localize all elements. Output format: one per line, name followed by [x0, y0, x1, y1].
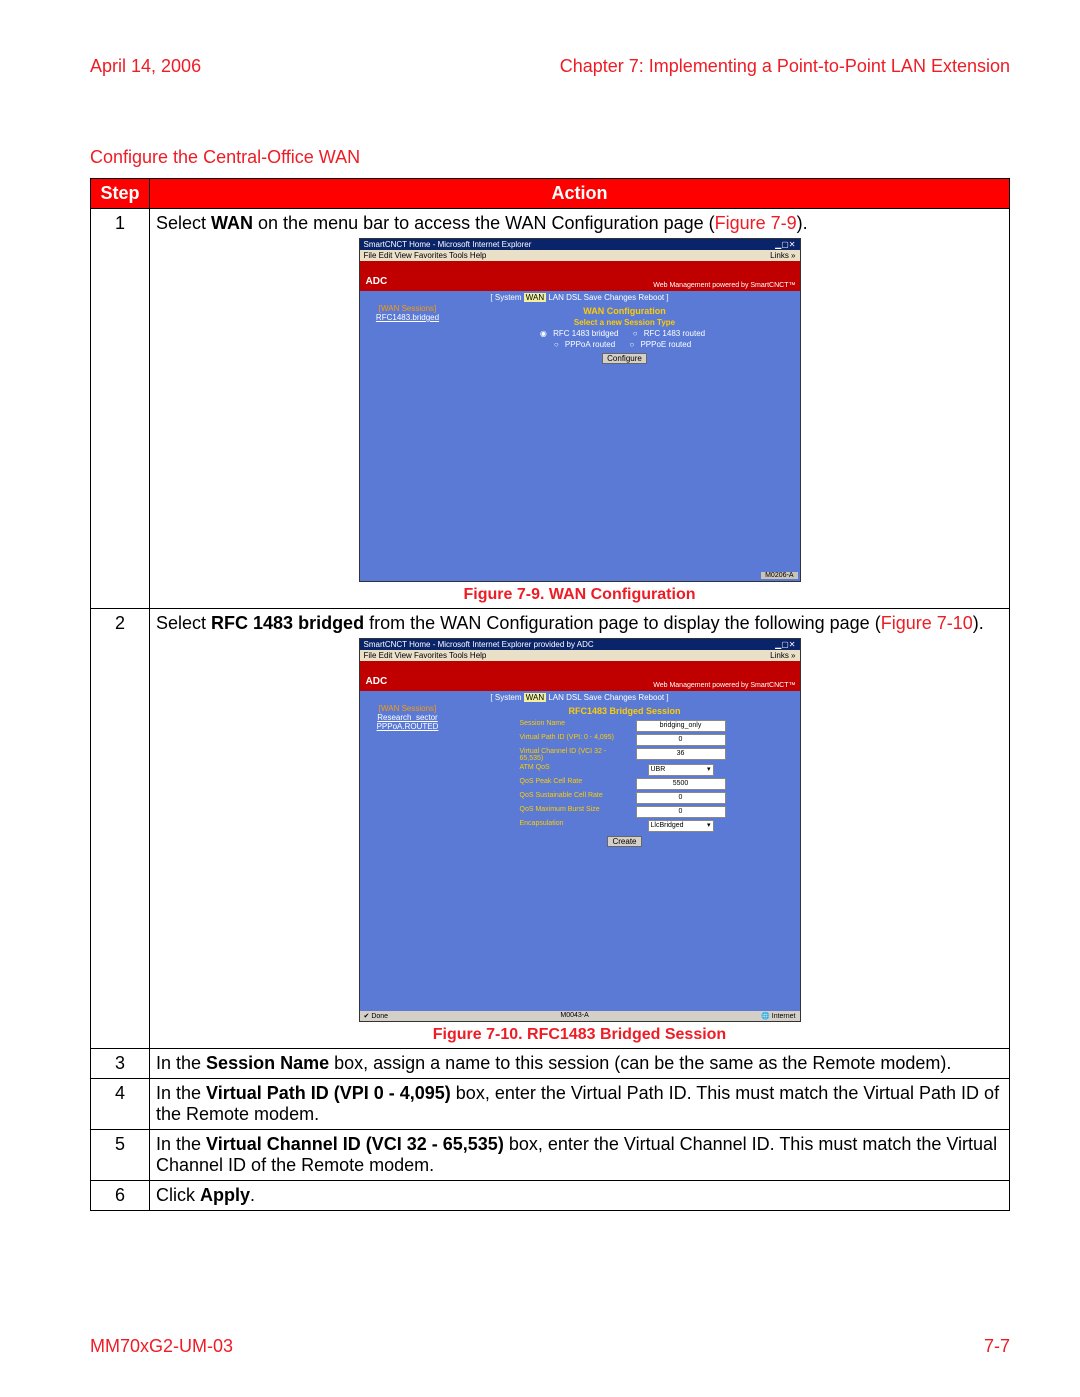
text: ). — [797, 213, 808, 233]
table-row: 2 Select RFC 1483 bridged from the WAN C… — [91, 609, 1010, 1049]
nav-tab-wan: WAN — [524, 293, 546, 302]
text: Select — [156, 613, 211, 633]
nav-right: LAN DSL Save Changes Reboot ] — [546, 293, 668, 302]
screenshot-wan-config: SmartCNCT Home - Microsoft Internet Expl… — [359, 238, 801, 582]
bold: Virtual Channel ID (VCI 32 - 65,535) — [206, 1134, 504, 1154]
text: from the WAN Configuration page to displ… — [364, 613, 881, 633]
chevron-down-icon: ▾ — [707, 821, 711, 831]
label-peak: QoS Peak Cell Rate — [520, 778, 630, 790]
window-title: SmartCNCT Home - Microsoft Internet Expl… — [364, 640, 594, 649]
text: In the — [156, 1053, 206, 1073]
bold: Virtual Path ID (VPI 0 - 4,095) — [206, 1083, 451, 1103]
step-number: 4 — [91, 1079, 150, 1130]
text: on the menu bar to access the WAN Config… — [253, 213, 715, 233]
figure-ref: Figure 7-10 — [881, 613, 973, 633]
header-date: April 14, 2006 — [90, 56, 201, 77]
configure-button: Configure — [602, 353, 647, 364]
menubar: File Edit View Favorites Tools Help — [364, 651, 487, 660]
bold: Apply — [200, 1185, 250, 1205]
text: box, assign a name to this session (can … — [329, 1053, 951, 1073]
adc-logo: ADC — [362, 674, 392, 689]
text: ). — [973, 613, 984, 633]
radio-pppoe: ○ PPPoE routed — [629, 340, 695, 349]
label-burst: QoS Maximum Burst Size — [520, 806, 630, 818]
sidebar-heading: [WAN Sessions] — [360, 304, 450, 313]
step-number: 6 — [91, 1181, 150, 1211]
input-session-name: bridging_only — [636, 720, 726, 732]
col-header-step: Step — [91, 179, 150, 209]
header-chapter: Chapter 7: Implementing a Point-to-Point… — [560, 56, 1010, 77]
figure-caption: Figure 7-10. RFC1483 Bridged Session — [156, 1026, 1003, 1044]
adc-logo: ADC — [362, 274, 392, 289]
text: Click — [156, 1185, 200, 1205]
table-row: 1 Select WAN on the menu bar to access t… — [91, 209, 1010, 609]
text: In the — [156, 1083, 206, 1103]
powered-by: Web Management powered by SmartCNCT™ — [653, 682, 795, 689]
footer-page-number: 7-7 — [984, 1336, 1010, 1357]
col-header-action: Action — [150, 179, 1010, 209]
figure-caption: Figure 7-9. WAN Configuration — [156, 586, 1003, 604]
window-controls-icon: ▁▢✕ — [775, 240, 795, 249]
step-action-table: Step Action 1 Select WAN on the menu bar… — [90, 178, 1010, 1211]
nav-tab-wan: WAN — [524, 693, 546, 702]
radio-rfc1483-bridged: ◉ RFC 1483 bridged — [540, 329, 623, 338]
input-burst: 0 — [636, 806, 726, 818]
bold: WAN — [211, 213, 253, 233]
input-vpi: 0 — [636, 734, 726, 746]
footer-doc-id: MM70xG2-UM-03 — [90, 1336, 233, 1357]
text: Select — [156, 213, 211, 233]
step-number: 1 — [91, 209, 150, 609]
image-id-corner: M0206-A — [761, 572, 797, 579]
status-done: ✔ Done — [364, 1012, 389, 1020]
figure-ref: Figure 7-9 — [715, 213, 797, 233]
label-atm-qos: ATM QoS — [520, 764, 630, 776]
links-toolbar: Links » — [770, 651, 795, 660]
table-row: 5 In the Virtual Channel ID (VCI 32 - 65… — [91, 1130, 1010, 1181]
nav-left: [ System — [490, 693, 523, 702]
bold: RFC 1483 bridged — [211, 613, 364, 633]
links-toolbar: Links » — [770, 251, 795, 260]
sidebar-link-rfc1483: RFC1483.bridged — [376, 313, 439, 322]
input-peak: 5500 — [636, 778, 726, 790]
input-vci: 36 — [636, 748, 726, 760]
chevron-down-icon: ▾ — [707, 765, 711, 775]
sidebar-link-research: Research_sector — [377, 713, 437, 722]
bold: Session Name — [206, 1053, 329, 1073]
nav-left: [ System — [490, 293, 523, 302]
menubar: File Edit View Favorites Tools Help — [364, 251, 487, 260]
sidebar-link-pppoa: PPPoA.ROUTED — [377, 722, 439, 731]
step-number: 5 — [91, 1130, 150, 1181]
screenshot-rfc1483-session: SmartCNCT Home - Microsoft Internet Expl… — [359, 638, 801, 1022]
powered-by: Web Management powered by SmartCNCT™ — [653, 282, 795, 289]
select-atm-qos: UBR▾ — [648, 764, 714, 776]
radio-rfc1483-routed: ○ RFC 1483 routed — [633, 329, 709, 338]
label-session-name: Session Name — [520, 720, 630, 732]
status-zone: 🌐 Internet — [761, 1012, 795, 1020]
label-vci: Virtual Channel ID (VCI 32 - 65,535) — [520, 748, 630, 762]
sidebar-heading: [WAN Sessions] — [360, 704, 450, 713]
window-controls-icon: ▁▢✕ — [775, 640, 795, 649]
select-encapsulation: LlcBridged▾ — [648, 820, 714, 832]
label-sustainable: QoS Sustainable Cell Rate — [520, 792, 630, 804]
step-number: 3 — [91, 1049, 150, 1079]
nav-right: LAN DSL Save Changes Reboot ] — [546, 693, 668, 702]
radio-pppoa: ○ PPPoA routed — [554, 340, 619, 349]
panel-heading: RFC1483 Bridged Session — [450, 706, 800, 716]
panel-subheading: Select a new Session Type — [450, 318, 800, 327]
table-row: 6 Click Apply. — [91, 1181, 1010, 1211]
input-sustainable: 0 — [636, 792, 726, 804]
text: In the — [156, 1134, 206, 1154]
create-button: Create — [607, 836, 641, 847]
label-vpi: Virtual Path ID (VPI: 0 - 4,095) — [520, 734, 630, 746]
label-encapsulation: Encapsulation — [520, 820, 630, 832]
table-row: 3 In the Session Name box, assign a name… — [91, 1049, 1010, 1079]
panel-heading: WAN Configuration — [450, 306, 800, 316]
text: . — [250, 1185, 255, 1205]
status-imageid: M0043-A — [560, 1012, 588, 1020]
section-title: Configure the Central-Office WAN — [90, 147, 1010, 168]
window-title: SmartCNCT Home - Microsoft Internet Expl… — [364, 240, 532, 249]
step-number: 2 — [91, 609, 150, 1049]
table-row: 4 In the Virtual Path ID (VPI 0 - 4,095)… — [91, 1079, 1010, 1130]
